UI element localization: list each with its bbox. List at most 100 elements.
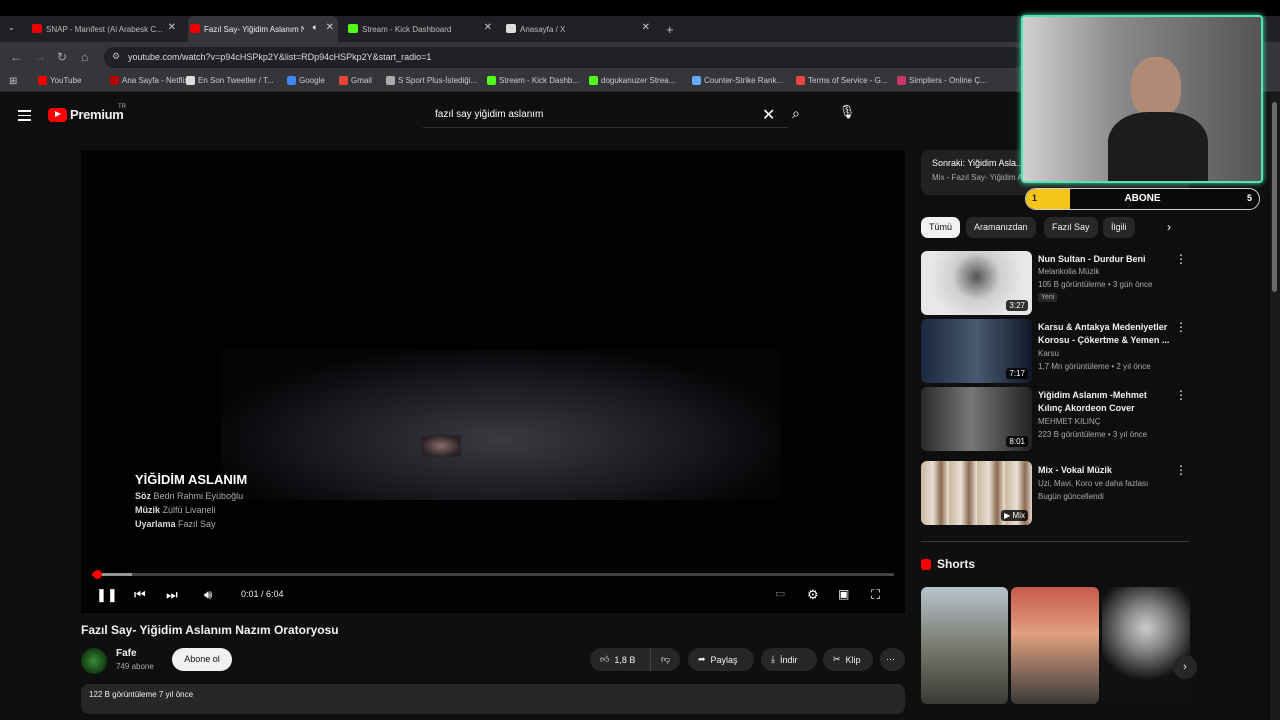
theater-mode-icon[interactable]: ▣ (838, 587, 849, 601)
chevron-right-icon[interactable]: › (1167, 220, 1171, 234)
close-icon[interactable]: ✕ (642, 22, 650, 33)
thumbs-up-icon: 👍︎ (600, 654, 610, 664)
bookmark-item[interactable]: Ana Sayfa - Netflix (110, 76, 188, 85)
recommendation-item[interactable]: 7:17 Karsu & Antakya Medeniyetler Korosu… (921, 319, 1189, 383)
chip-from-search[interactable]: Aramanızdan (966, 217, 1036, 238)
bookmark-item[interactable]: S Sport Plus-İstediği... (386, 76, 477, 85)
pause-icon[interactable]: ❚❚ (96, 587, 118, 603)
description-box[interactable]: 122 B görüntüleme 7 yıl önce (81, 684, 905, 714)
bookmark-item[interactable]: Google (287, 76, 325, 85)
bookmark-item[interactable]: dogukanuzer Strea... (589, 76, 675, 85)
dislike-button[interactable]: 👎︎ (650, 648, 680, 671)
shorts-logo-icon (921, 558, 931, 570)
youtube-premium-logo[interactable]: Premium TR (48, 104, 126, 122)
settings-gear-icon[interactable]: ⚙︎ (807, 587, 819, 603)
rec-title: Karsu & Antakya Medeniyetler Korosu - Çö… (1038, 322, 1170, 345)
more-vertical-icon[interactable]: ⋮ (1175, 252, 1187, 266)
new-tab-button[interactable]: + (662, 16, 682, 42)
bookmark-item[interactable]: Terms of Service - G... (796, 76, 888, 85)
page-scrollbar[interactable] (1270, 92, 1280, 720)
video-player[interactable]: YİĞİDİM ASLANIM Söz Bedri Rahmi Eyüboğlu… (81, 150, 905, 613)
video-overlay-caption: YİĞİDİM ASLANIM Söz Bedri Rahmi Eyüboğlu… (135, 473, 247, 531)
url-bar[interactable]: ⚙︎ youtube.com/watch?v=p94cHSPkp2Y&list=… (104, 47, 1024, 68)
subscriber-count: 749 abone (116, 662, 154, 671)
more-vertical-icon[interactable]: ⋮ (1175, 320, 1187, 334)
channel-name[interactable]: Fafe (116, 648, 137, 659)
back-arrow-icon[interactable]: ← (10, 50, 22, 64)
bookmark-item[interactable]: Stream - Kick Dashb... (487, 76, 579, 85)
next-icon[interactable]: ⏭︎ (166, 587, 178, 603)
download-button[interactable]: ⤓ İndir (761, 648, 817, 671)
video-thumbnail[interactable]: 8:01 (921, 387, 1032, 451)
recommendation-item[interactable]: 8:01 Yiğidim Aslanım -Mehmet Kılınç Akor… (921, 387, 1189, 451)
window-top-strip (0, 0, 1280, 16)
previous-icon[interactable]: ⏮︎ (134, 587, 146, 603)
video-thumbnail[interactable]: ▶︎ Mix (921, 461, 1032, 525)
clip-button[interactable]: ✂ Klip (823, 648, 873, 671)
channel-avatar[interactable] (81, 648, 107, 674)
bookmark-label: Stream - Kick Dashb... (499, 76, 580, 85)
bookmark-item[interactable]: En Son Tweetler / T... (186, 76, 274, 85)
clear-search-icon[interactable]: ✕ (762, 105, 775, 125)
webcam-overlay (1021, 15, 1263, 183)
recommendation-item[interactable]: ▶︎ Mix Mix - Vokal Müzik Uzi, Mavi, Koro… (921, 461, 1189, 525)
bookmark-item[interactable]: Simpliers - Online Ç... (897, 76, 987, 85)
youtube-play-logo-icon (48, 107, 67, 122)
bookmark-favicon-icon (897, 76, 906, 85)
duration-badge: 7:17 (1006, 368, 1028, 379)
bookmark-item[interactable]: YouTube (38, 76, 81, 85)
more-vertical-icon[interactable]: ⋮ (1175, 463, 1187, 477)
overlay-title: YİĞİDİM ASLANIM (135, 472, 248, 487)
tab-x[interactable]: Anasayfa / X ✕ (504, 16, 654, 42)
chip-all[interactable]: Tümü (921, 217, 961, 238)
tab-snap[interactable]: SNAP - Manifest (Ai Arabesk C... ✕ (30, 16, 180, 42)
volume-icon[interactable]: 🔊︎ (204, 587, 212, 603)
chip-related[interactable]: İlgili (1103, 217, 1135, 238)
close-icon[interactable]: ✕ (484, 22, 492, 33)
rec-meta: Bugün güncellendi (1038, 492, 1104, 501)
close-icon[interactable]: ✕ (168, 22, 176, 33)
close-icon[interactable]: ✕ (326, 22, 334, 33)
more-actions-button[interactable]: ⋯ (880, 648, 905, 671)
more-vertical-icon[interactable]: ⋮ (1175, 388, 1187, 402)
share-button[interactable]: ➦ Paylaş (688, 648, 754, 671)
chip-fazil-say[interactable]: Fazıl Say (1044, 217, 1098, 238)
search-icon[interactable]: ⌕ (792, 105, 800, 122)
x-favicon-icon (506, 24, 516, 33)
home-icon[interactable]: ⌂ (81, 50, 88, 64)
recommendation-item[interactable]: 3:27 Nun Sultan - Durdur Beni Melankolia… (921, 251, 1189, 315)
bookmark-item[interactable]: Gmail (339, 76, 372, 85)
url-text: youtube.com/watch?v=p94cHSPkp2Y&list=RDp… (128, 52, 432, 62)
site-info-icon[interactable]: ⚙︎ (112, 51, 120, 62)
tab-fazil-say[interactable]: Fazıl Say- Yiğidim Aslanım N... 🔈︎ ✕ (188, 16, 338, 42)
short-thumbnail[interactable] (921, 587, 1008, 704)
bookmark-item[interactable]: Counter-Strike Rank... (692, 76, 783, 85)
subscribe-button[interactable]: Abone ol (172, 648, 232, 671)
progress-bar[interactable] (92, 570, 894, 579)
chevron-right-icon[interactable]: › (1173, 655, 1197, 679)
menu-hamburger-icon[interactable] (18, 110, 31, 124)
like-button[interactable]: 👍︎ 1,8 B (590, 648, 650, 671)
tab-kick[interactable]: Stream - Kick Dashboard ✕ (346, 16, 496, 42)
microphone-icon[interactable]: 🎙︎ (836, 104, 858, 126)
video-thumbnail[interactable]: 3:27 (921, 251, 1032, 315)
scrubber-handle[interactable] (93, 570, 103, 579)
video-thumbnail[interactable]: 7:17 (921, 319, 1032, 383)
goal-label: ABONE (1124, 193, 1161, 204)
subtitles-icon[interactable]: ▭ (775, 587, 785, 600)
scrollbar-thumb[interactable] (1272, 102, 1277, 292)
fullscreen-icon[interactable]: ⛶ (871, 587, 880, 603)
credit-value: Fazıl Say (178, 519, 216, 529)
tab-label: Stream - Kick Dashboard (362, 24, 452, 34)
forward-arrow-icon[interactable]: → (34, 50, 46, 64)
short-thumbnail[interactable] (1011, 587, 1099, 704)
reload-icon[interactable]: ↻ (57, 50, 67, 64)
apps-grid-icon[interactable]: ⊞ (9, 76, 17, 87)
rec-channel: Karsu (1038, 349, 1059, 358)
bookmark-favicon-icon (38, 76, 47, 85)
share-icon: ➦ (698, 654, 706, 664)
short-thumbnail[interactable] (1102, 587, 1190, 704)
streamer-body (1108, 112, 1208, 181)
search-input[interactable]: fazıl say yiğidim aslanım (423, 102, 788, 128)
bookmark-label: Terms of Service - G... (808, 76, 888, 85)
